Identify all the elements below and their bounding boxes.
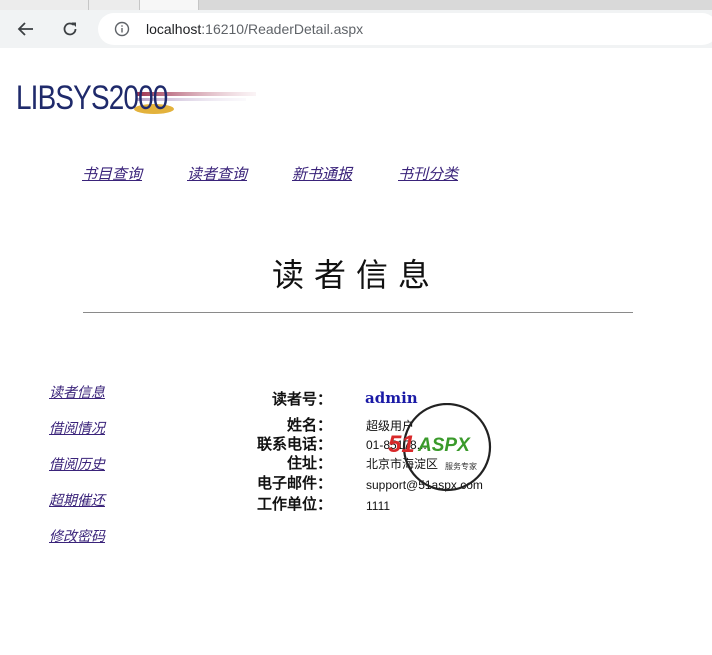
watermark-51: 51 — [388, 431, 415, 458]
page-content: LIBSYS2000 书目查询 读者查询 新书通报 书刊分类 读者信息 读者信息… — [0, 48, 712, 655]
browser-tab[interactable] — [89, 0, 140, 10]
url-host: localhost — [146, 21, 202, 37]
reload-icon — [63, 22, 77, 36]
watermark-aspx: ASPX — [418, 435, 470, 456]
address-label: 住址： — [286, 454, 332, 472]
browser-toolbar: localhost:16210/ReaderDetail.aspx — [0, 10, 712, 48]
sidebar-item-borrow-history[interactable]: 借阅历史 — [49, 454, 105, 474]
sidebar-item-change-password[interactable]: 修改密码 — [49, 526, 105, 546]
nav-link-reader-search[interactable]: 读者查询 — [187, 163, 247, 184]
url-path: :16210/ReaderDetail.aspx — [201, 21, 364, 37]
nav-link-new-books[interactable]: 新书通报 — [292, 163, 352, 184]
libsys-logo: LIBSYS2000 — [16, 79, 256, 117]
sidebar-item-reader-info[interactable]: 读者信息 — [49, 382, 105, 402]
tab-strip — [0, 0, 712, 10]
reader-id-label: 读者号： — [271, 390, 332, 408]
51aspx-watermark: 51 ASPX 服务专家 — [385, 403, 515, 499]
logo-text: LIBSYS2000 — [16, 79, 168, 117]
address-bar[interactable]: localhost:16210/ReaderDetail.aspx — [98, 13, 712, 45]
phone-label: 联系电话： — [256, 435, 332, 453]
url-text[interactable]: localhost:16210/ReaderDetail.aspx — [146, 21, 363, 37]
nav-link-book-search[interactable]: 书目查询 — [82, 163, 142, 184]
name-label: 姓名： — [286, 416, 332, 434]
browser-tab[interactable] — [0, 0, 89, 10]
title-divider — [83, 312, 633, 313]
info-icon[interactable] — [114, 21, 130, 37]
back-button[interactable] — [14, 17, 38, 41]
page-title: 读者信息 — [271, 256, 440, 294]
nav-link-classification[interactable]: 书刊分类 — [398, 163, 458, 184]
email-label: 电子邮件： — [256, 474, 332, 492]
arrow-left-icon — [17, 22, 33, 36]
sidebar-item-overdue[interactable]: 超期催还 — [49, 490, 105, 510]
reload-button[interactable] — [58, 17, 82, 41]
work-unit-value: 1111 — [366, 499, 391, 513]
browser-tab-active[interactable] — [140, 0, 199, 10]
sidebar-item-borrow-status[interactable]: 借阅情况 — [49, 418, 105, 438]
work-unit-label: 工作单位： — [256, 495, 332, 513]
watermark-tagline: 服务专家 — [445, 462, 477, 471]
